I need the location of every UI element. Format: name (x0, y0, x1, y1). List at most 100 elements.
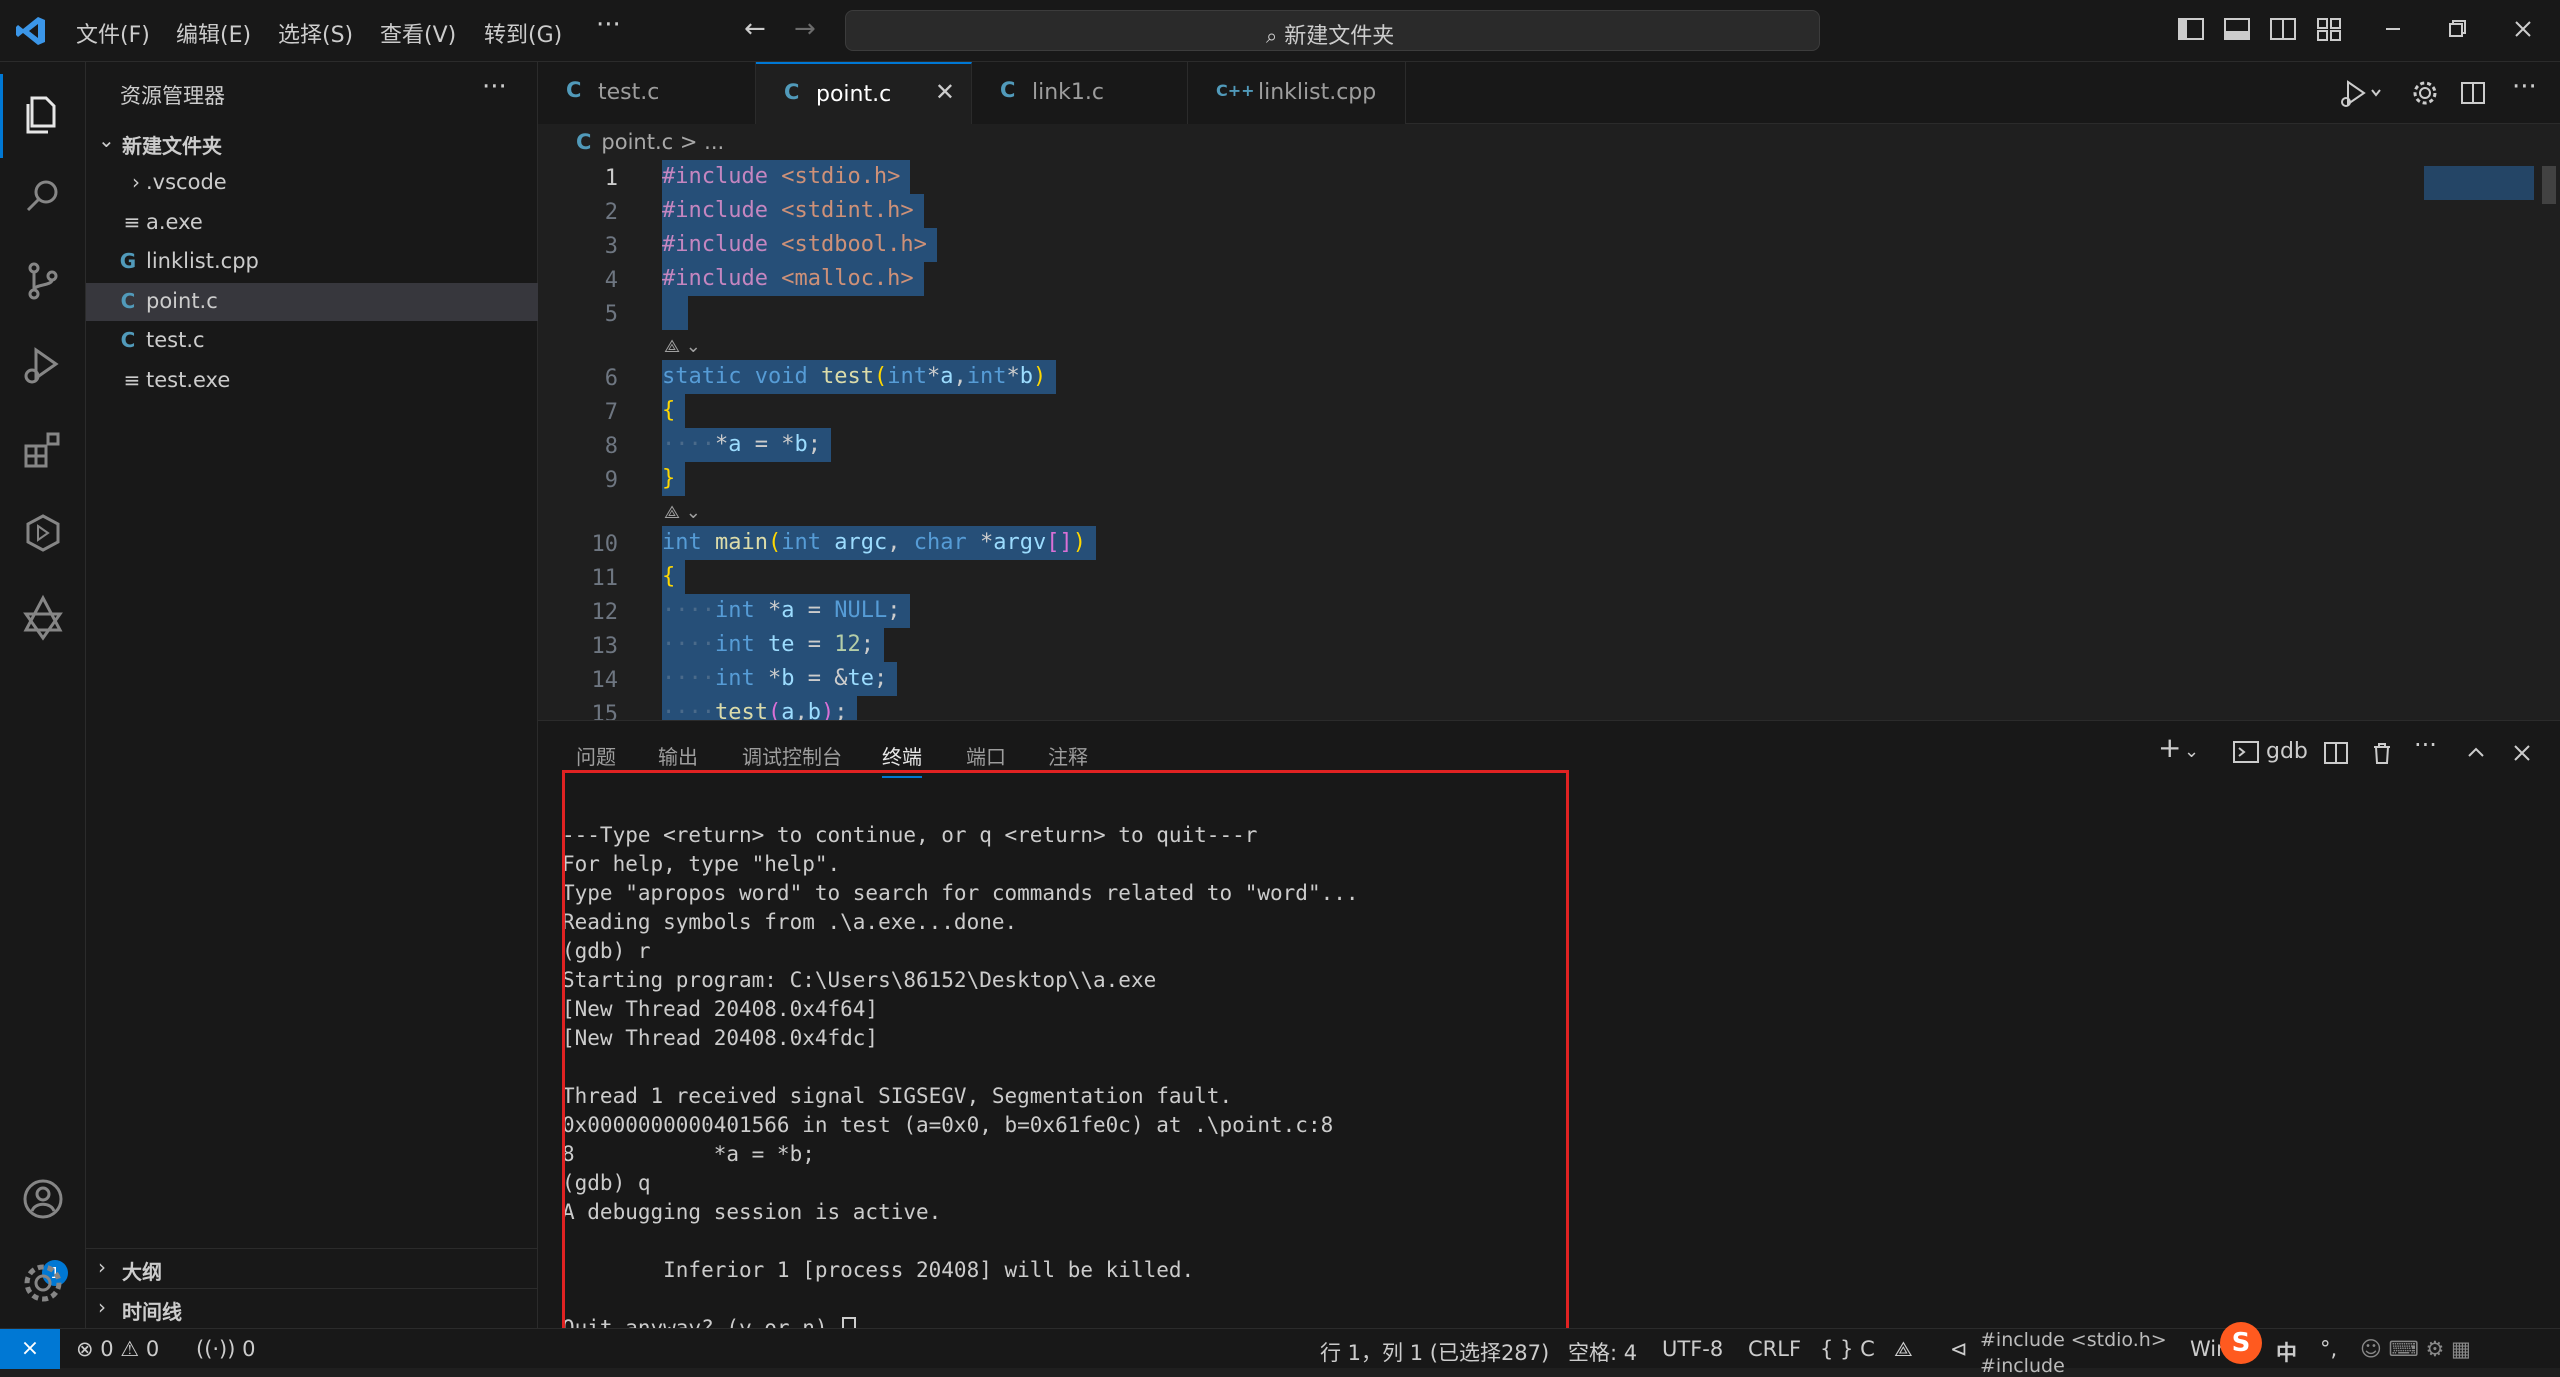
toggle-panel-icon[interactable] (2222, 14, 2252, 44)
tab-point-c[interactable]: C point.c ✕ (756, 62, 972, 124)
code-lens-icon[interactable]: ⟁ ⌄ (664, 502, 701, 523)
tab-problems[interactable]: 问题 (576, 741, 616, 770)
tree-item-label: point.c (146, 289, 218, 313)
breadcrumb[interactable]: Cpoint.c > ... (576, 130, 724, 154)
tab-test-c[interactable]: C test.c (538, 62, 756, 124)
explorer-icon[interactable] (18, 90, 68, 140)
tab-debug-console[interactable]: 调试控制台 (742, 741, 842, 770)
menu-edit[interactable]: 编辑(E) (176, 17, 251, 49)
cursor-position[interactable]: 行 1，列 1 (已选择287) (1320, 1337, 1549, 1367)
timeline-section[interactable]: › 时间线 (86, 1288, 538, 1326)
encoding[interactable]: UTF-8 (1662, 1337, 1723, 1361)
scrollbar-thumb[interactable] (2542, 166, 2556, 204)
workspace-folder[interactable]: ⌄ 新建文件夹 (86, 124, 538, 160)
tree-item-vscode[interactable]: › .vscode (86, 164, 538, 202)
line-number: 13 (591, 634, 619, 659)
chevron-right-icon: › (98, 1255, 106, 1279)
menu-selection[interactable]: 选择(S) (278, 17, 353, 49)
toggle-primary-sidebar-icon[interactable] (2176, 14, 2206, 44)
toggle-secondary-sidebar-icon[interactable] (2268, 14, 2298, 44)
source-control-icon[interactable] (18, 256, 68, 306)
search-icon[interactable] (18, 172, 68, 222)
chevron-right-icon: › (132, 170, 140, 194)
restore-icon[interactable] (2442, 14, 2472, 44)
minimize-icon[interactable] (2378, 14, 2408, 44)
lingma-status-icon[interactable]: ⟁ (1894, 1337, 1913, 1362)
menu-view[interactable]: 查看(V) (380, 17, 456, 49)
outline-section[interactable]: › 大纲 (86, 1248, 538, 1286)
code-line: #include <stdint.h> (662, 194, 924, 228)
tree-item-linklist-cpp[interactable]: G linklist.cpp (86, 243, 538, 281)
ime-toolbar-icons[interactable]: ☺ ⌨ ⚙ ▦ (2360, 1337, 2471, 1361)
tab-label: point.c (816, 82, 892, 107)
line-number: 11 (591, 566, 619, 591)
line-number: 1 (604, 166, 618, 191)
accounts-icon[interactable] (18, 1174, 68, 1224)
new-terminal-icon[interactable]: + (2158, 731, 2181, 764)
chevron-down-icon[interactable]: ⌄ (2184, 741, 2199, 762)
tree-item-test-exe[interactable]: ≡ test.exe (86, 362, 538, 400)
ime-punctuation-icon[interactable]: °, (2320, 1337, 2337, 1361)
ime-mode[interactable]: 中 (2276, 1337, 2297, 1367)
more-actions-icon[interactable]: ··· (2414, 731, 2437, 759)
c-file-icon: C (576, 130, 592, 154)
tab-link1-c[interactable]: C link1.c (972, 62, 1188, 124)
trash-icon[interactable] (2368, 739, 2396, 767)
tab-linklist-cpp[interactable]: C++ linklist.cpp (1188, 62, 1406, 124)
settings-icon[interactable] (2410, 78, 2440, 108)
search-icon: ⌕ (1266, 24, 1278, 48)
code-lens-icon[interactable]: ⟁ ⌄ (664, 336, 701, 357)
back-arrow-icon[interactable]: ← (744, 14, 766, 44)
close-window-icon[interactable] (2508, 14, 2538, 44)
file-icon: ≡ (123, 368, 141, 392)
menu-go[interactable]: 转到(G) (484, 17, 562, 49)
run-code-icon[interactable] (2338, 76, 2386, 110)
code-line: static void test(int*a,int*b) (662, 360, 1057, 394)
language-mode[interactable]: { } C (1820, 1337, 1875, 1361)
maximize-panel-icon[interactable] (2462, 739, 2490, 767)
c-file-icon: C (566, 78, 582, 102)
tree-item-test-c[interactable]: C test.c (86, 322, 538, 360)
breadcrumb-file: point.c (601, 130, 674, 154)
code-editor[interactable]: 1 2 3 4 5 6 7 8 9 10 11 12 13 14 15 #inc… (538, 160, 2560, 720)
cpp-file-icon: C++ (1216, 81, 1255, 100)
tongyi-lingma-icon[interactable] (18, 592, 68, 642)
tab-output[interactable]: 输出 (658, 741, 698, 770)
tree-item-label: test.c (146, 328, 205, 352)
breadcrumb-rest: > ... (679, 130, 725, 154)
feedback-icon[interactable]: ⊲ (1950, 1337, 1968, 1361)
remote-explorer-icon[interactable] (18, 508, 68, 558)
end-of-line[interactable]: CRLF (1748, 1337, 1801, 1361)
indentation[interactable]: 空格: 4 (1568, 1337, 1637, 1367)
more-menu-icon[interactable]: ··· (596, 10, 621, 40)
tab-comments[interactable]: 注释 (1048, 741, 1088, 770)
remote-indicator-icon[interactable]: ⨯ (0, 1329, 60, 1369)
command-center-search[interactable]: ⌕ 新建文件夹 (845, 10, 1820, 51)
settings-gear-icon[interactable] (18, 1258, 68, 1308)
sogou-ime-icon[interactable]: S (2220, 1322, 2262, 1364)
split-terminal-icon[interactable] (2322, 739, 2350, 767)
run-debug-icon[interactable] (18, 340, 68, 390)
problems-indicator[interactable]: ⊗ 0 ⚠ 0 (76, 1337, 159, 1361)
terminal-name[interactable]: gdb (2266, 739, 2308, 764)
tab-ports[interactable]: 端口 (966, 741, 1006, 770)
menu-file[interactable]: 文件(F) (76, 17, 150, 49)
warning-icon: ⚠ (120, 1337, 140, 1361)
customize-layout-icon[interactable] (2314, 14, 2344, 44)
tree-item-a-exe[interactable]: ≡ a.exe (86, 204, 538, 242)
error-count: 0 (100, 1337, 114, 1361)
split-editor-icon[interactable] (2458, 78, 2488, 108)
code-line: } (662, 462, 686, 496)
ports-indicator[interactable]: ((·)) 0 (196, 1337, 256, 1361)
close-tab-icon[interactable]: ✕ (935, 78, 955, 106)
line-number: 14 (591, 668, 619, 693)
sidebar-more-icon[interactable]: ··· (482, 72, 507, 102)
tree-item-point-c[interactable]: C point.c (86, 283, 538, 321)
c-file-icon: C (1000, 78, 1016, 102)
tree-item-label: .vscode (146, 170, 227, 194)
extensions-icon[interactable] (18, 424, 68, 474)
close-panel-icon[interactable] (2508, 739, 2536, 767)
forward-arrow-icon[interactable]: → (794, 14, 816, 44)
more-actions-icon[interactable]: ··· (2512, 72, 2537, 102)
minimap[interactable] (2424, 166, 2534, 200)
